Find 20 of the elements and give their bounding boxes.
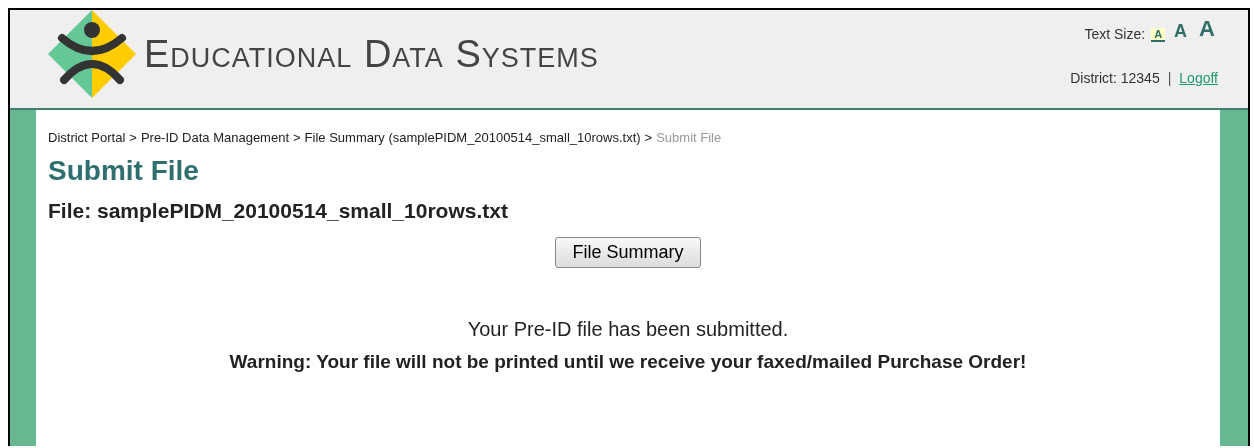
- text-size-label: Text Size:: [1084, 26, 1146, 42]
- breadcrumb-separator: >: [293, 130, 301, 145]
- page-title: Submit File: [48, 155, 200, 187]
- logo-icon: [46, 8, 138, 100]
- separator: |: [1167, 70, 1172, 86]
- file-summary-button[interactable]: File Summary: [555, 237, 701, 268]
- district-label: District: 12345: [1070, 70, 1160, 86]
- breadcrumb-link[interactable]: District Portal: [48, 130, 126, 145]
- brand-name: Educational Data Systems: [144, 32, 599, 76]
- breadcrumb-current: Submit File: [656, 130, 722, 145]
- confirmation-message: Your Pre-ID file has been submitted.: [466, 318, 790, 341]
- text-size-option[interactable]: A: [1151, 28, 1166, 42]
- warning-message: Warning: Your file will not be printed until we receive your faxed/mailed Purchase Order!: [228, 351, 1028, 373]
- text-size-option[interactable]: A: [1196, 16, 1218, 42]
- breadcrumb-link[interactable]: Pre-ID Data Management: [140, 130, 289, 145]
- text-size-option[interactable]: A: [1171, 21, 1191, 42]
- file-heading: File: samplePIDM_20100514_small_10rows.txt: [48, 199, 509, 223]
- breadcrumb-separator: >: [129, 130, 137, 145]
- breadcrumb-separator: >: [644, 130, 653, 145]
- breadcrumb-link[interactable]: File Summary (samplePIDM_20100514_small_10rows.txt): [304, 130, 641, 145]
